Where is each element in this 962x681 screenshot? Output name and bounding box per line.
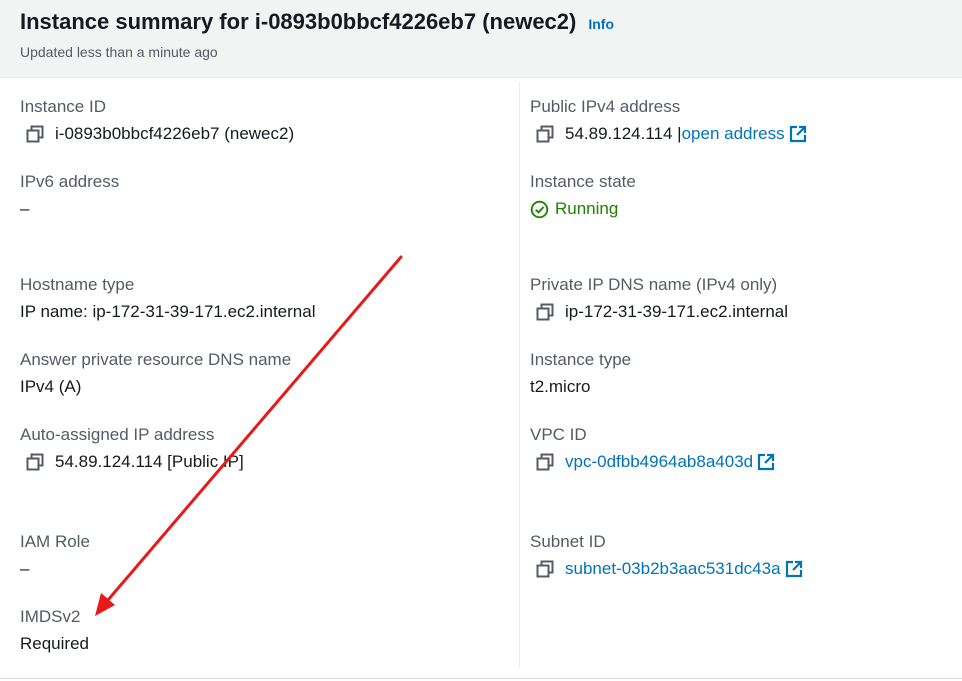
subnet-id-label: Subnet ID xyxy=(530,532,606,551)
open-address-link[interactable]: open address xyxy=(682,123,785,145)
public-ipv4-value: 54.89.124.114 | xyxy=(565,124,682,143)
title-row: Instance summary for i-0893b0bbcf4226eb7… xyxy=(20,9,614,35)
imdsv2-value: Required xyxy=(20,634,89,653)
field-iam-role: IAM Role – xyxy=(20,531,90,580)
auto-ip-value: 54.89.124.114 [Public IP] xyxy=(55,452,244,471)
info-link[interactable]: Info xyxy=(588,16,614,32)
instance-type-value: t2.micro xyxy=(530,377,591,396)
page-title: Instance summary for i-0893b0bbcf4226eb7… xyxy=(20,9,577,34)
copy-icon[interactable] xyxy=(536,560,554,578)
ipv6-value: – xyxy=(20,199,30,218)
summary-header: Instance summary for i-0893b0bbcf4226eb7… xyxy=(0,0,962,78)
field-hostname-type: Hostname type IP name: ip-172-31-39-171.… xyxy=(20,274,315,323)
copy-icon[interactable] xyxy=(536,125,554,143)
updated-text: Updated less than a minute ago xyxy=(20,44,218,60)
copy-icon[interactable] xyxy=(536,453,554,471)
hostname-type-value: IP name: ip-172-31-39-171.ec2.internal xyxy=(20,302,316,321)
field-instance-type: Instance type t2.micro xyxy=(530,349,631,398)
subnet-id-link[interactable]: subnet-03b2b3aac531dc43a xyxy=(565,558,781,580)
field-vpc-id: VPC ID vpc-0dfbb4964ab8a403d xyxy=(530,424,775,473)
iam-role-value: – xyxy=(20,559,30,578)
instance-type-label: Instance type xyxy=(530,350,632,369)
field-public-ipv4: Public IPv4 address 54.89.124.114 | open… xyxy=(530,96,807,145)
copy-icon[interactable] xyxy=(26,125,44,143)
hostname-type-label: Hostname type xyxy=(20,275,135,294)
external-link-icon[interactable] xyxy=(757,453,775,471)
public-ipv4-label: Public IPv4 address xyxy=(530,97,681,116)
vpc-id-label: VPC ID xyxy=(530,425,587,444)
field-instance-id: Instance ID i-0893b0bbcf4226eb7 (newec2) xyxy=(20,96,294,145)
auto-ip-label: Auto-assigned IP address xyxy=(20,425,215,444)
private-dns-value: ip-172-31-39-171.ec2.internal xyxy=(565,302,789,321)
copy-icon[interactable] xyxy=(26,453,44,471)
iam-role-label: IAM Role xyxy=(20,532,90,551)
bottom-border xyxy=(0,678,962,679)
field-imdsv2: IMDSv2 Required xyxy=(20,606,89,655)
field-subnet-id: Subnet ID subnet-03b2b3aac531dc43a xyxy=(530,531,803,580)
external-link-icon[interactable] xyxy=(785,560,803,578)
field-instance-state: Instance state Running xyxy=(530,171,636,220)
instance-state-label: Instance state xyxy=(530,172,636,191)
column-divider xyxy=(519,82,520,668)
vpc-id-link[interactable]: vpc-0dfbb4964ab8a403d xyxy=(565,451,753,473)
ipv6-label: IPv6 address xyxy=(20,172,120,191)
instance-state-value: Running xyxy=(555,199,619,218)
field-answer-dns: Answer private resource DNS name IPv4 (A… xyxy=(20,349,291,398)
instance-id-value: i-0893b0bbcf4226eb7 (newec2) xyxy=(55,124,295,143)
field-private-dns: Private IP DNS name (IPv4 only) ip-172-3… xyxy=(530,274,788,323)
copy-icon[interactable] xyxy=(536,303,554,321)
answer-dns-label: Answer private resource DNS name xyxy=(20,350,292,369)
field-ipv6: IPv6 address – xyxy=(20,171,119,220)
external-link-icon[interactable] xyxy=(789,125,807,143)
check-circle-icon xyxy=(530,200,549,218)
field-auto-ip: Auto-assigned IP address 54.89.124.114 [… xyxy=(20,424,244,473)
imdsv2-label: IMDSv2 xyxy=(20,607,81,626)
private-dns-label: Private IP DNS name (IPv4 only) xyxy=(530,275,778,294)
instance-id-label: Instance ID xyxy=(20,97,106,116)
answer-dns-value: IPv4 (A) xyxy=(20,377,82,396)
